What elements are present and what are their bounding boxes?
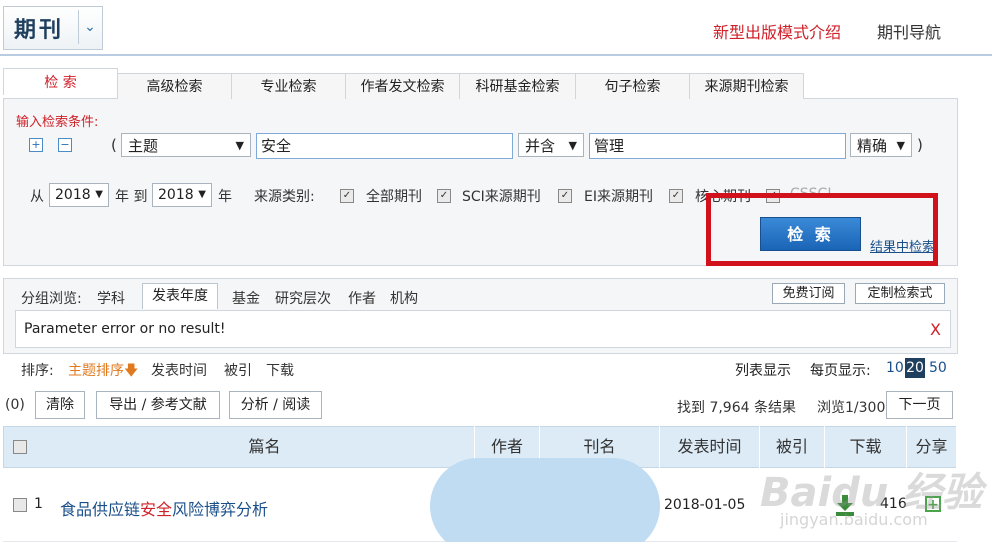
next-page-button[interactable]: 下一页 (886, 391, 953, 419)
tab-fund[interactable]: 科研基金检索 (459, 73, 576, 99)
row-checkbox[interactable] (13, 498, 27, 512)
row-date: 2018-01-05 (664, 497, 746, 513)
tab-professional[interactable]: 专业检索 (231, 73, 346, 99)
from-label: 从 (30, 189, 44, 205)
row-number: 1 (34, 496, 43, 512)
tab-author[interactable]: 作者发文检索 (345, 73, 460, 99)
caret-down-icon: ▼ (198, 189, 206, 200)
caret-down-icon: ▼ (235, 139, 244, 152)
custom-search-button[interactable]: 定制检索式 (855, 283, 945, 304)
sort-cited[interactable]: 被引 (224, 360, 252, 380)
per-page-20[interactable]: 20 (905, 358, 925, 378)
group-author[interactable]: 作者 (348, 288, 376, 308)
group-year[interactable]: 发表年度 (142, 283, 218, 309)
tab-search[interactable]: 检 索 (3, 68, 118, 95)
article-title-link[interactable]: 食品供应链安全风险博弈分析 (60, 496, 268, 520)
remove-row-icon[interactable]: − (58, 138, 72, 152)
year-to-select[interactable]: 2018 ▼ (152, 183, 212, 207)
group-fund[interactable]: 基金 (232, 288, 260, 308)
tab-source[interactable]: 来源期刊检索 (689, 73, 804, 99)
clear-button[interactable]: 清除 (35, 391, 85, 419)
to-label: 年 到 (115, 189, 148, 205)
result-count: 找到 7,964 条结果 (677, 400, 796, 416)
chevron-down-icon[interactable]: ⌄ (78, 10, 101, 44)
page-indicator: 浏览1/300 (817, 400, 886, 416)
group-org[interactable]: 机构 (390, 288, 418, 308)
highlight-annotation (706, 193, 938, 266)
new-publishing-link[interactable]: 新型出版模式介绍 (713, 19, 841, 43)
list-view-link[interactable]: 列表显示 (735, 360, 791, 380)
caret-down-icon: ▼ (95, 189, 103, 200)
caret-down-icon: ▼ (568, 139, 577, 152)
sort-date[interactable]: 发表时间 (151, 360, 207, 380)
analyze-button[interactable]: 分析 / 阅读 (229, 391, 322, 419)
checkbox-core[interactable]: ✓ (669, 189, 683, 203)
export-button[interactable]: 导出 / 参考文献 (96, 391, 220, 419)
tab-sentence[interactable]: 句子检索 (575, 73, 690, 99)
checkbox-all[interactable]: ✓ (340, 189, 354, 203)
source-label: 来源类别: (254, 189, 315, 205)
sort-topic[interactable]: 主题排序🡇 (68, 360, 138, 384)
source-sci: SCI来源期刊 (462, 189, 541, 205)
error-message: Parameter error or no result! (24, 321, 226, 337)
per-page-50[interactable]: 50 (929, 360, 947, 376)
group-label: 分组浏览: (21, 291, 82, 307)
free-subscribe-button[interactable]: 免费订阅 (772, 283, 845, 304)
term2-input[interactable]: 管理 (589, 133, 846, 159)
select-all-checkbox[interactable] (13, 440, 27, 454)
tab-advanced[interactable]: 高级检索 (117, 73, 232, 99)
year-label: 年 (218, 189, 232, 205)
term1-input[interactable]: 安全 (256, 133, 513, 159)
col-date[interactable]: 发表时间 (660, 426, 760, 468)
col-title[interactable]: 篇名 (55, 426, 475, 468)
per-page-10[interactable]: 10 (886, 360, 904, 376)
match-select[interactable]: 精确 ▼ (850, 133, 912, 157)
group-level[interactable]: 研究层次 (275, 288, 331, 308)
watermark-url: jingyan.baidu.com (780, 510, 928, 529)
close-paren: ) (917, 136, 923, 154)
source-all: 全部期刊 (366, 189, 422, 205)
per-page-label: 每页显示: (810, 363, 871, 379)
group-subject[interactable]: 学科 (97, 288, 125, 308)
add-row-icon[interactable]: + (29, 138, 43, 152)
sort-download[interactable]: 下载 (266, 360, 294, 380)
source-ei: EI来源期刊 (584, 189, 653, 205)
journal-nav-link[interactable]: 期刊导航 (877, 19, 941, 43)
year-from-select[interactable]: 2018 ▼ (49, 183, 109, 207)
logic-select[interactable]: 并含 ▼ (518, 133, 584, 157)
checkbox-ei[interactable]: ✓ (558, 189, 572, 203)
checkbox-sci[interactable]: ✓ (437, 189, 451, 203)
table-row (3, 542, 957, 554)
open-paren: ( (111, 136, 117, 154)
header-divider (0, 54, 992, 56)
close-icon[interactable]: X (930, 320, 941, 339)
condition-label: 输入检索条件: (16, 115, 99, 130)
arrow-down-icon: 🡇 (124, 363, 139, 379)
field-select[interactable]: 主题 ▼ (121, 133, 251, 157)
caret-down-icon: ▼ (896, 139, 905, 152)
journal-logo: 期刊 (14, 18, 65, 43)
sort-label: 排序: (21, 363, 54, 379)
selected-count: (0) (5, 397, 25, 413)
